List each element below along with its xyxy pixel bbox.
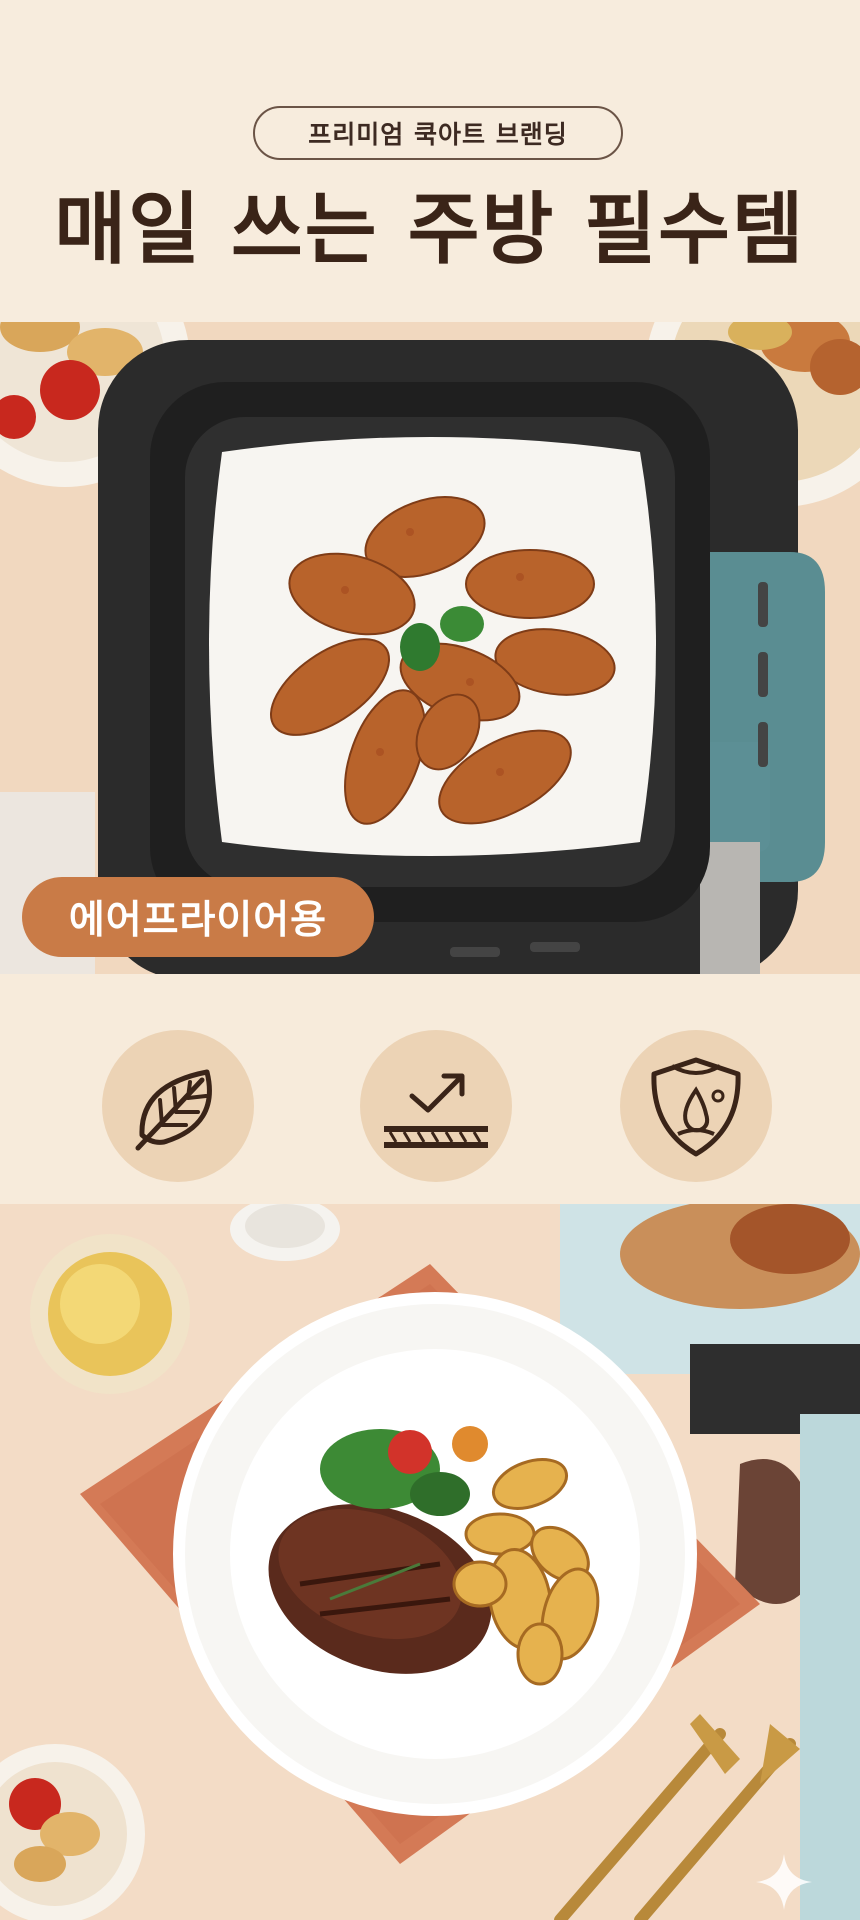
trend-up-layers-icon [384, 1073, 488, 1148]
safety-feature-badge [620, 1030, 772, 1182]
sparkle-icon [756, 1854, 812, 1910]
leaf-icon [135, 1069, 212, 1151]
page-title: 매일 쓰는 주방 필수템 [54, 185, 806, 275]
header-section: 프리미엄 쿡아트 브랜딩 매일 쓰는 주방 필수템 [0, 0, 860, 322]
durability-feature-badge [360, 1030, 512, 1182]
serving-plate-photo [0, 1204, 860, 1920]
air-fryer-badge: 에어프라이어용 [22, 877, 374, 957]
shield-drop-icon [651, 1057, 741, 1157]
eco-feature-badge [102, 1030, 254, 1182]
product-detail-page: 프리미엄 쿡아트 브랜딩 매일 쓰는 주방 필수템 에어프라이어용 [0, 0, 860, 1920]
brand-pill: 프리미엄 쿡아트 브랜딩 [253, 106, 623, 160]
